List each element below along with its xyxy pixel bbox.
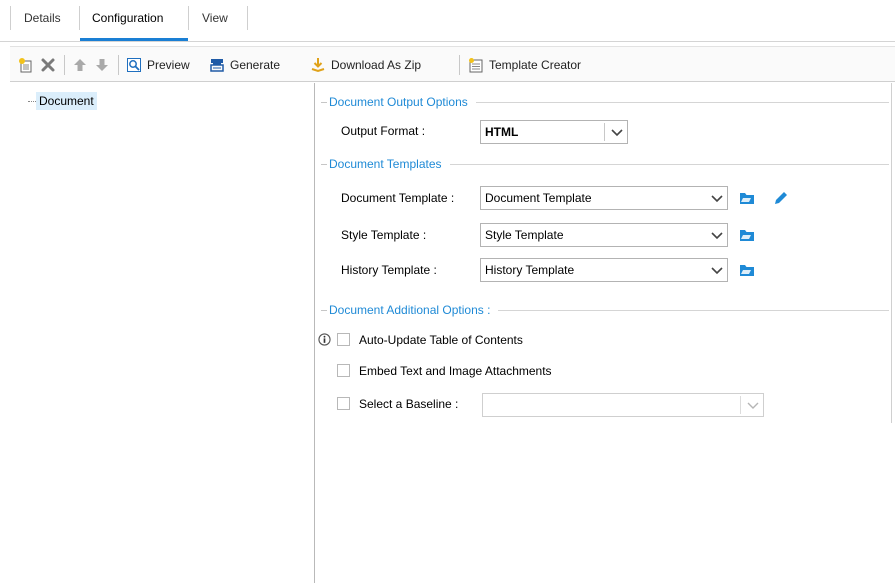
chevron-down-icon: [711, 195, 723, 203]
toolbar-divider: [118, 55, 119, 75]
output-options-group: Document Output Options: [321, 94, 889, 110]
generate-label: Generate: [230, 58, 281, 72]
delete-button[interactable]: [40, 55, 56, 75]
template-creator-label: Template Creator: [489, 58, 582, 72]
embed-attachments-checkbox[interactable]: [337, 364, 350, 377]
tab-view[interactable]: View: [194, 6, 236, 36]
chevron-down-icon: [711, 232, 723, 240]
generate-button[interactable]: Generate: [209, 55, 280, 75]
download-icon: [311, 58, 325, 73]
new-document-icon: [19, 58, 32, 73]
output-format-value: HTML: [485, 125, 519, 139]
document-template-value: Document Template: [485, 191, 592, 205]
generate-icon: [210, 59, 224, 72]
history-template-label: History Template :: [341, 263, 437, 277]
output-format-select[interactable]: HTML: [480, 120, 628, 144]
open-folder-icon[interactable]: [738, 189, 756, 207]
tab-divider: [247, 6, 248, 30]
open-folder-icon[interactable]: [738, 226, 756, 244]
preview-button[interactable]: Preview: [126, 55, 190, 75]
document-template-label: Document Template :: [341, 191, 455, 205]
tree-connector: [28, 101, 36, 102]
tab-bar: Details Configuration View: [0, 0, 895, 42]
edit-pencil-icon[interactable]: [772, 189, 790, 207]
template-creator-button[interactable]: Template Creator: [468, 55, 581, 75]
history-template-select[interactable]: History Template: [480, 258, 728, 282]
chevron-down-icon: [711, 267, 723, 275]
tab-divider: [79, 6, 80, 30]
toolbar-divider: [459, 55, 460, 75]
delete-icon: [41, 58, 55, 72]
additional-options-title: Document Additional Options :: [329, 303, 491, 317]
embed-attachments-label: Embed Text and Image Attachments: [359, 364, 552, 378]
document-template-select[interactable]: Document Template: [480, 186, 728, 210]
open-folder-icon[interactable]: [738, 261, 756, 279]
preview-label: Preview: [147, 58, 190, 72]
preview-icon: [127, 58, 141, 72]
tab-details[interactable]: Details: [16, 6, 69, 36]
tab-configuration[interactable]: Configuration: [84, 6, 171, 36]
arrow-up-icon: [74, 59, 86, 71]
panel-border: [891, 83, 892, 423]
toolbar-divider: [64, 55, 65, 75]
download-label: Download As Zip: [331, 58, 422, 72]
select-baseline-checkbox[interactable]: [337, 397, 350, 410]
history-template-value: History Template: [485, 263, 575, 277]
arrow-down-icon: [96, 59, 108, 71]
document-tree: [0, 83, 314, 583]
download-zip-button[interactable]: Download As Zip: [310, 55, 421, 75]
toolbar: Preview Generate Download As Zip Templat…: [10, 46, 895, 82]
output-format-label: Output Format :: [341, 124, 426, 138]
auto-update-toc-label: Auto-Update Table of Contents: [359, 333, 523, 347]
select-baseline-label: Select a Baseline :: [359, 397, 459, 411]
style-template-value: Style Template: [485, 228, 564, 242]
active-tab-indicator: [80, 38, 188, 41]
auto-update-toc-checkbox[interactable]: [337, 333, 350, 346]
move-down-button[interactable]: [94, 55, 110, 75]
style-template-select[interactable]: Style Template: [480, 223, 728, 247]
additional-options-group: Document Additional Options :: [321, 302, 889, 318]
chevron-down-icon: [611, 129, 623, 137]
tab-divider: [188, 6, 189, 30]
templates-title: Document Templates: [329, 157, 442, 171]
templates-group: Document Templates: [321, 156, 889, 172]
info-icon[interactable]: [318, 333, 331, 346]
baseline-select[interactable]: [482, 393, 764, 417]
style-template-label: Style Template :: [341, 228, 427, 242]
tab-divider: [10, 6, 11, 30]
tree-node-document[interactable]: Document: [36, 92, 97, 110]
output-options-title: Document Output Options: [329, 95, 468, 109]
move-up-button[interactable]: [72, 55, 88, 75]
template-creator-icon: [469, 58, 483, 73]
new-button[interactable]: [18, 55, 34, 75]
chevron-down-icon: [747, 402, 759, 409]
pane-splitter[interactable]: [314, 83, 315, 583]
